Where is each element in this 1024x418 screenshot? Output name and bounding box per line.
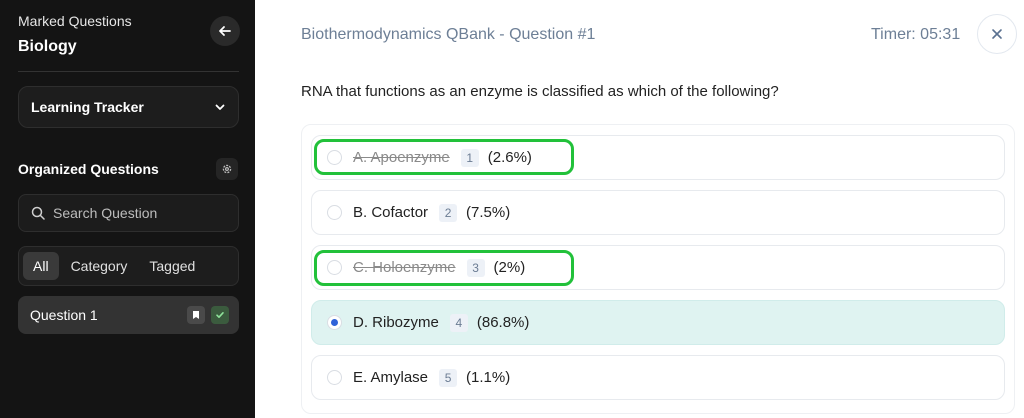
- learning-tracker-label: Learning Tracker: [31, 99, 144, 115]
- radio-button[interactable]: [327, 370, 342, 385]
- option-percent: (2.6%): [487, 149, 532, 166]
- question-item-label: Question 1: [30, 307, 98, 323]
- sidebar-divider: [18, 71, 239, 72]
- check-icon: [211, 306, 229, 324]
- option-percent: (86.8%): [476, 314, 530, 331]
- option-count-badge: 2: [439, 203, 458, 222]
- option-e[interactable]: E. Amylase 5 (1.1%): [311, 355, 1005, 400]
- option-c[interactable]: C. Holoenzyme 3 (2%): [311, 245, 1005, 290]
- option-text: D. Ribozyme: [353, 314, 439, 331]
- question-list-item[interactable]: Question 1: [18, 296, 239, 334]
- option-percent: (1.1%): [466, 369, 511, 386]
- tab-all[interactable]: All: [23, 252, 59, 280]
- question-title: Biothermodynamics QBank - Question #1: [301, 26, 596, 43]
- option-count-badge: 5: [439, 368, 458, 387]
- tab-tagged[interactable]: Tagged: [139, 252, 205, 280]
- search-box[interactable]: [18, 194, 239, 232]
- filter-tabs: All Category Tagged: [18, 246, 239, 286]
- search-icon: [31, 206, 45, 220]
- chevron-down-icon: [215, 104, 225, 110]
- sidebar: Marked Questions Biology Learning Tracke…: [0, 0, 255, 418]
- radio-button-selected[interactable]: [327, 315, 342, 330]
- bookmark-icon: [187, 306, 205, 324]
- option-d[interactable]: D. Ribozyme 4 (86.8%): [311, 300, 1005, 345]
- option-count-badge: 3: [466, 258, 485, 277]
- radio-dot: [331, 319, 338, 326]
- option-text: E. Amylase: [353, 369, 429, 386]
- question-stem: RNA that functions as an enzyme is class…: [301, 83, 779, 100]
- learning-tracker-dropdown[interactable]: Learning Tracker: [18, 86, 239, 128]
- option-percent: (7.5%): [466, 204, 511, 221]
- radio-button[interactable]: [327, 150, 342, 165]
- close-icon: [992, 29, 1002, 39]
- close-button[interactable]: [977, 14, 1017, 54]
- option-text: C. Holoenzyme: [353, 259, 456, 276]
- option-count-badge: 1: [460, 148, 479, 167]
- sidebar-subtitle: Marked Questions: [18, 13, 132, 29]
- radio-button[interactable]: [327, 260, 342, 275]
- question-panel: Biothermodynamics QBank - Question #1 Ti…: [255, 0, 1024, 418]
- settings-button[interactable]: [216, 158, 238, 180]
- sidebar-header: Marked Questions Biology: [18, 13, 132, 56]
- timer: Timer: 05:31: [871, 26, 961, 43]
- back-button[interactable]: [210, 16, 240, 46]
- search-input[interactable]: [53, 205, 223, 221]
- tab-category[interactable]: Category: [61, 252, 138, 280]
- option-count-badge: 4: [449, 313, 468, 332]
- option-text: A. Apoenzyme: [353, 149, 450, 166]
- radio-button[interactable]: [327, 205, 342, 220]
- arrow-left-icon: [219, 26, 231, 36]
- gear-icon: [222, 164, 232, 174]
- option-text: B. Cofactor: [353, 204, 429, 221]
- option-percent: (2%): [493, 259, 526, 276]
- option-b[interactable]: B. Cofactor 2 (7.5%): [311, 190, 1005, 235]
- sidebar-title: Biology: [18, 38, 77, 55]
- organized-questions-label: Organized Questions: [18, 161, 159, 177]
- option-a[interactable]: A. Apoenzyme 1 (2.6%): [311, 135, 1005, 180]
